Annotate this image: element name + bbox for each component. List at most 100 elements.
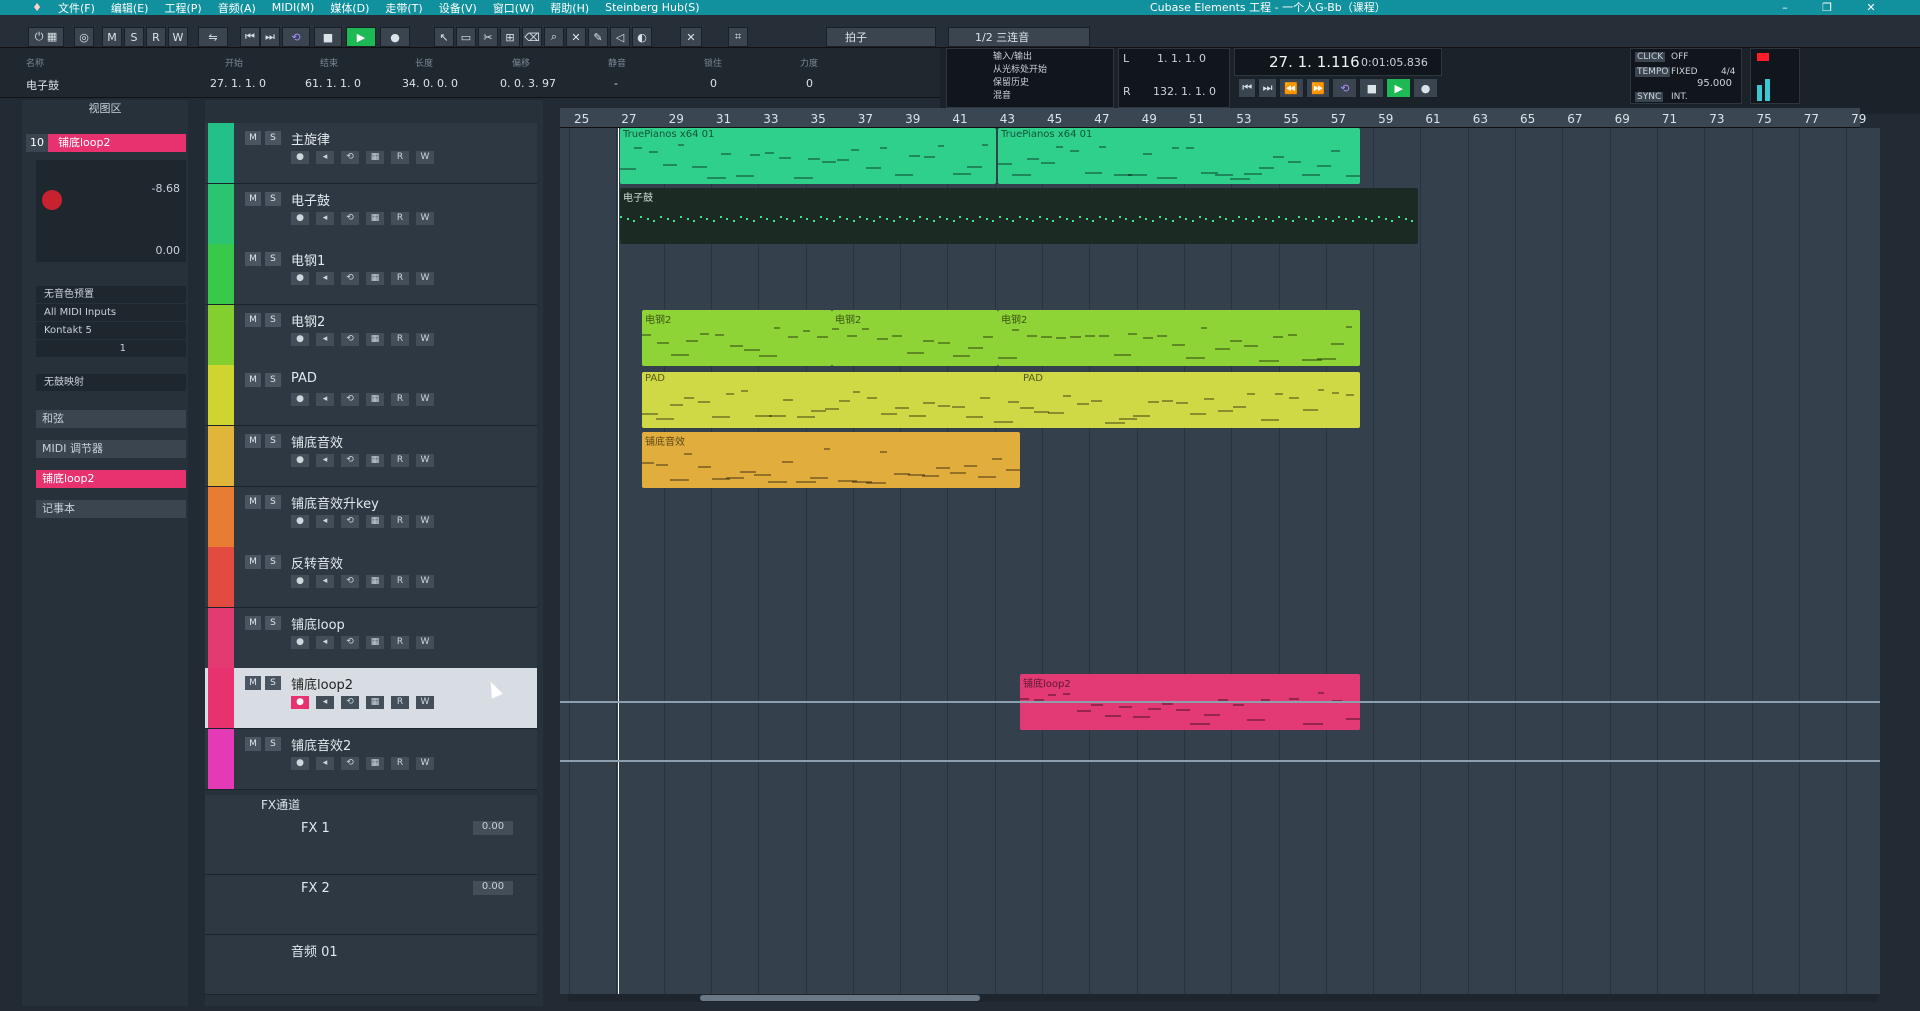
- track-color-strip[interactable]: [208, 486, 234, 547]
- record-enable-icon[interactable]: ●: [291, 635, 309, 649]
- info-value-start[interactable]: 27. 1. 1. 0: [210, 77, 266, 90]
- sync-label[interactable]: SYNC: [1635, 92, 1664, 102]
- track-name[interactable]: 电子鼓: [291, 190, 330, 209]
- monitor-icon[interactable]: ◂: [316, 393, 334, 407]
- track-solo-button[interactable]: S: [265, 676, 281, 691]
- glue-tool-icon[interactable]: ⊞: [500, 27, 520, 47]
- track-color-strip[interactable]: [208, 244, 234, 305]
- go-end-icon[interactable]: ⏭: [260, 27, 280, 47]
- edit-icon[interactable]: ⟲: [341, 514, 359, 528]
- close-icon[interactable]: ✕: [1856, 0, 1886, 15]
- instrument-icon[interactable]: ▦: [366, 272, 384, 286]
- track-mute-button[interactable]: M: [245, 494, 261, 509]
- marker-item[interactable]: 从光标处开始: [993, 64, 1047, 77]
- grid-icon[interactable]: ⌗: [728, 27, 748, 47]
- midi-channel[interactable]: 1: [36, 340, 186, 357]
- monitor-icon[interactable]: ◂: [316, 454, 334, 467]
- read-button[interactable]: R: [391, 635, 409, 649]
- track-solo-button[interactable]: S: [265, 615, 281, 630]
- edit-icon[interactable]: ⟲: [341, 393, 359, 407]
- track-mute-button[interactable]: M: [245, 737, 261, 751]
- edit-icon[interactable]: ⟲: [341, 211, 359, 225]
- track-name[interactable]: 铺底音效升key: [291, 493, 379, 512]
- stop-icon[interactable]: ■: [314, 27, 342, 47]
- track-row[interactable]: M S 主旋律 ● ◂ ⟲ ▦ R W: [205, 123, 537, 184]
- instrument-icon[interactable]: ▦: [366, 332, 384, 346]
- record-enable-icon[interactable]: ●: [291, 393, 309, 407]
- edit-icon[interactable]: ⟲: [341, 454, 359, 467]
- sync-mode[interactable]: INT.: [1671, 92, 1688, 102]
- track-name[interactable]: 铺底loop2: [291, 674, 353, 693]
- menu-steinberg-hub[interactable]: Steinberg Hub(S): [605, 1, 699, 14]
- transport-play-icon[interactable]: ▶: [1386, 78, 1412, 98]
- track-row[interactable]: M S 铺底loop ● ◂ ⟲ ▦ R W: [205, 607, 537, 669]
- track-mute-button[interactable]: M: [245, 373, 261, 388]
- forward-icon[interactable]: ⏩: [1305, 78, 1331, 98]
- edit-icon[interactable]: ⟲: [341, 575, 359, 589]
- record-enable-icon[interactable]: ●: [291, 454, 309, 467]
- instrument-icon[interactable]: ▦: [366, 757, 384, 770]
- record-enable-icon[interactable]: ●: [291, 151, 309, 164]
- track-solo-button[interactable]: S: [265, 555, 281, 570]
- settings-icon[interactable]: ◎: [74, 27, 94, 47]
- play-tool-icon[interactable]: ◁: [610, 27, 630, 47]
- menu-edit[interactable]: 编辑(E): [111, 0, 149, 16]
- track-name[interactable]: 反转音效: [291, 553, 343, 572]
- color-tool-icon[interactable]: ◐: [632, 27, 652, 47]
- read-button[interactable]: R: [391, 272, 409, 286]
- write-button[interactable]: W: [416, 696, 434, 710]
- grid-type-select[interactable]: 拍子: [826, 27, 936, 47]
- midi-part[interactable]: PAD: [1020, 372, 1360, 428]
- info-value-offset[interactable]: 0. 0. 3. 97: [500, 77, 556, 90]
- fx-track-row[interactable]: FX 1 0.00: [205, 815, 537, 875]
- instrument-icon[interactable]: ▦: [366, 635, 384, 649]
- track-solo-button[interactable]: S: [265, 191, 281, 206]
- read-button[interactable]: R: [391, 454, 409, 467]
- record-enable-icon[interactable]: ●: [291, 211, 309, 225]
- constrain-icon[interactable]: ⇋: [198, 27, 228, 47]
- marker-item[interactable]: 保留历史: [993, 77, 1047, 90]
- track-row[interactable]: M S 铺底音效 ● ◂ ⟲ ▦ R W: [205, 426, 537, 487]
- monitor-icon[interactable]: ◂: [316, 514, 334, 528]
- inspector-track-header[interactable]: 10 铺底loop2: [26, 134, 186, 152]
- menu-midi[interactable]: MIDI(M): [272, 1, 315, 14]
- zoom-tool-icon[interactable]: ⌕: [544, 27, 564, 47]
- input-routing[interactable]: All MIDI Inputs: [36, 304, 186, 321]
- midi-part[interactable]: TruePianos x64 01: [620, 128, 996, 184]
- track-mute-button[interactable]: M: [245, 615, 261, 630]
- midi-part[interactable]: 铺底音效: [642, 432, 1020, 488]
- record-icon[interactable]: ●: [380, 27, 410, 47]
- write-button[interactable]: W: [416, 151, 434, 164]
- instrument-icon[interactable]: ▦: [366, 514, 384, 528]
- write-button[interactable]: W: [416, 635, 434, 649]
- minimize-icon[interactable]: –: [1770, 0, 1800, 15]
- track-name[interactable]: 铺底loop: [291, 614, 345, 633]
- monitor-icon[interactable]: ◂: [316, 332, 334, 346]
- play-icon[interactable]: ▶: [346, 27, 376, 47]
- click-state[interactable]: OFF: [1671, 52, 1688, 62]
- horizontal-scrollbar[interactable]: [568, 994, 1878, 1002]
- instrument-icon[interactable]: ▦: [366, 211, 384, 225]
- no-bank-row[interactable]: 无音色预置: [36, 286, 186, 303]
- track-color-strip[interactable]: [208, 183, 234, 244]
- scrollbar-thumb[interactable]: [700, 995, 980, 1001]
- read-button[interactable]: R: [391, 211, 409, 225]
- instrument-icon[interactable]: ▦: [366, 575, 384, 589]
- write-button[interactable]: W: [416, 575, 434, 589]
- transport-start-icon[interactable]: ⏮: [1238, 78, 1257, 98]
- track-name[interactable]: PAD: [291, 371, 317, 386]
- track-solo-button[interactable]: S: [265, 131, 281, 145]
- record-enable-icon[interactable]: ●: [291, 514, 309, 528]
- track-mute-button[interactable]: M: [245, 312, 261, 327]
- midi-part[interactable]: TruePianos x64 01: [998, 128, 1360, 184]
- range-tool-icon[interactable]: ▭: [456, 27, 476, 47]
- monitor-icon[interactable]: ◂: [316, 211, 334, 225]
- read-button[interactable]: R: [391, 514, 409, 528]
- snap-icon[interactable]: ✕: [680, 27, 702, 47]
- edit-icon[interactable]: ⟲: [341, 757, 359, 770]
- menu-window[interactable]: 窗口(W): [493, 0, 534, 16]
- pointer-tool-icon[interactable]: ↖: [434, 27, 454, 47]
- edit-icon[interactable]: ⟲: [341, 272, 359, 286]
- track-row[interactable]: M S PAD ● ◂ ⟲ ▦ R W: [205, 365, 537, 427]
- edit-icon[interactable]: ⟲: [341, 332, 359, 346]
